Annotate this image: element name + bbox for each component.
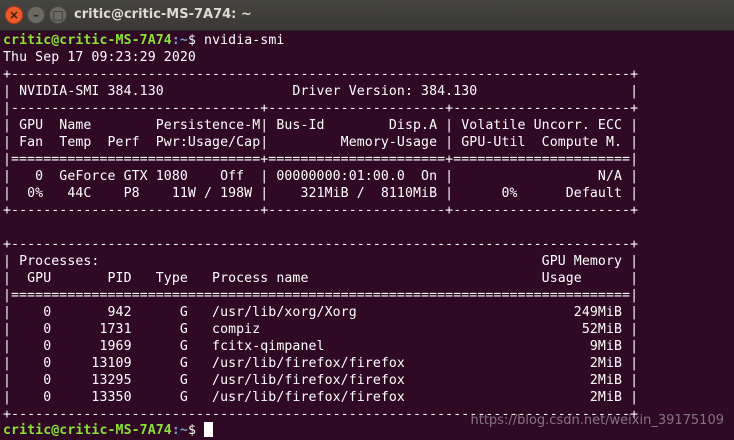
terminal-output[interactable]: critic@critic-MS-7A74:~$ nvidia-smi Thu … <box>3 32 734 440</box>
output-line: | Fan Temp Perf Pwr:Usage/Cap| Memory-Us… <box>3 135 639 150</box>
prompt-path: :~ <box>171 33 188 48</box>
output-line: | 0 1731 G compiz 52MiB | <box>3 322 639 337</box>
title-bar: × – □ critic@critic-MS-7A74: ~ <box>0 0 734 31</box>
output-line: | GPU Name Persistence-M| Bus-Id Disp.A … <box>3 118 639 133</box>
maximize-icon[interactable]: □ <box>49 6 67 24</box>
output-line: | NVIDIA-SMI 384.130 Driver Version: 384… <box>3 84 639 99</box>
output-line: | 0 942 G /usr/lib/xorg/Xorg 249MiB | <box>3 305 639 320</box>
close-icon[interactable]: × <box>5 6 23 24</box>
output-line: |-------------------------------+-------… <box>3 101 639 116</box>
output-line: | 0 GeForce GTX 1080 Off | 00000000:01:0… <box>3 169 639 184</box>
output-line: |=======================================… <box>3 288 639 303</box>
output-line: | 0 1969 G fcitx-qimpanel 9MiB | <box>3 339 639 354</box>
prompt-symbol: $ <box>187 33 205 48</box>
output-line: | GPU PID Type Process name Usage | <box>3 271 639 286</box>
prompt-user: critic@critic-MS-7A74 <box>3 423 172 438</box>
command-text: nvidia-smi <box>204 33 285 48</box>
output-line: +---------------------------------------… <box>3 67 639 82</box>
text-cursor <box>204 422 214 437</box>
output-line: | 0 13350 G /usr/lib/firefox/firefox 2Mi… <box>3 390 639 405</box>
prompt-line[interactable]: critic@critic-MS-7A74:~$ <box>3 422 214 439</box>
prompt-user: critic@critic-MS-7A74 <box>3 33 172 48</box>
output-line: | 0 13109 G /usr/lib/firefox/firefox 2Mi… <box>3 356 639 371</box>
prompt-path: :~ <box>171 423 188 438</box>
output-line: | 0 13295 G /usr/lib/firefox/firefox 2Mi… <box>3 373 639 388</box>
date-line: Thu Sep 17 09:23:29 2020 <box>3 50 196 65</box>
prompt-symbol: $ <box>187 423 205 438</box>
window-title: critic@critic-MS-7A74: ~ <box>74 7 252 22</box>
output-line: |===============================+=======… <box>3 152 639 167</box>
terminal-window: × – □ critic@critic-MS-7A74: ~ critic@cr… <box>0 0 734 440</box>
output-line: +-------------------------------+-------… <box>3 203 639 218</box>
watermark: https://blog.csdn.net/weixin_39175109 <box>470 413 724 428</box>
output-line: | Processes: GPU Memory | <box>3 254 639 269</box>
command-line: critic@critic-MS-7A74:~$ nvidia-smi <box>3 32 284 49</box>
output-line: | 0% 44C P8 11W / 198W | 321MiB / 8110Mi… <box>3 186 639 201</box>
output-line: +---------------------------------------… <box>3 237 639 252</box>
minimize-icon[interactable]: – <box>27 6 45 24</box>
